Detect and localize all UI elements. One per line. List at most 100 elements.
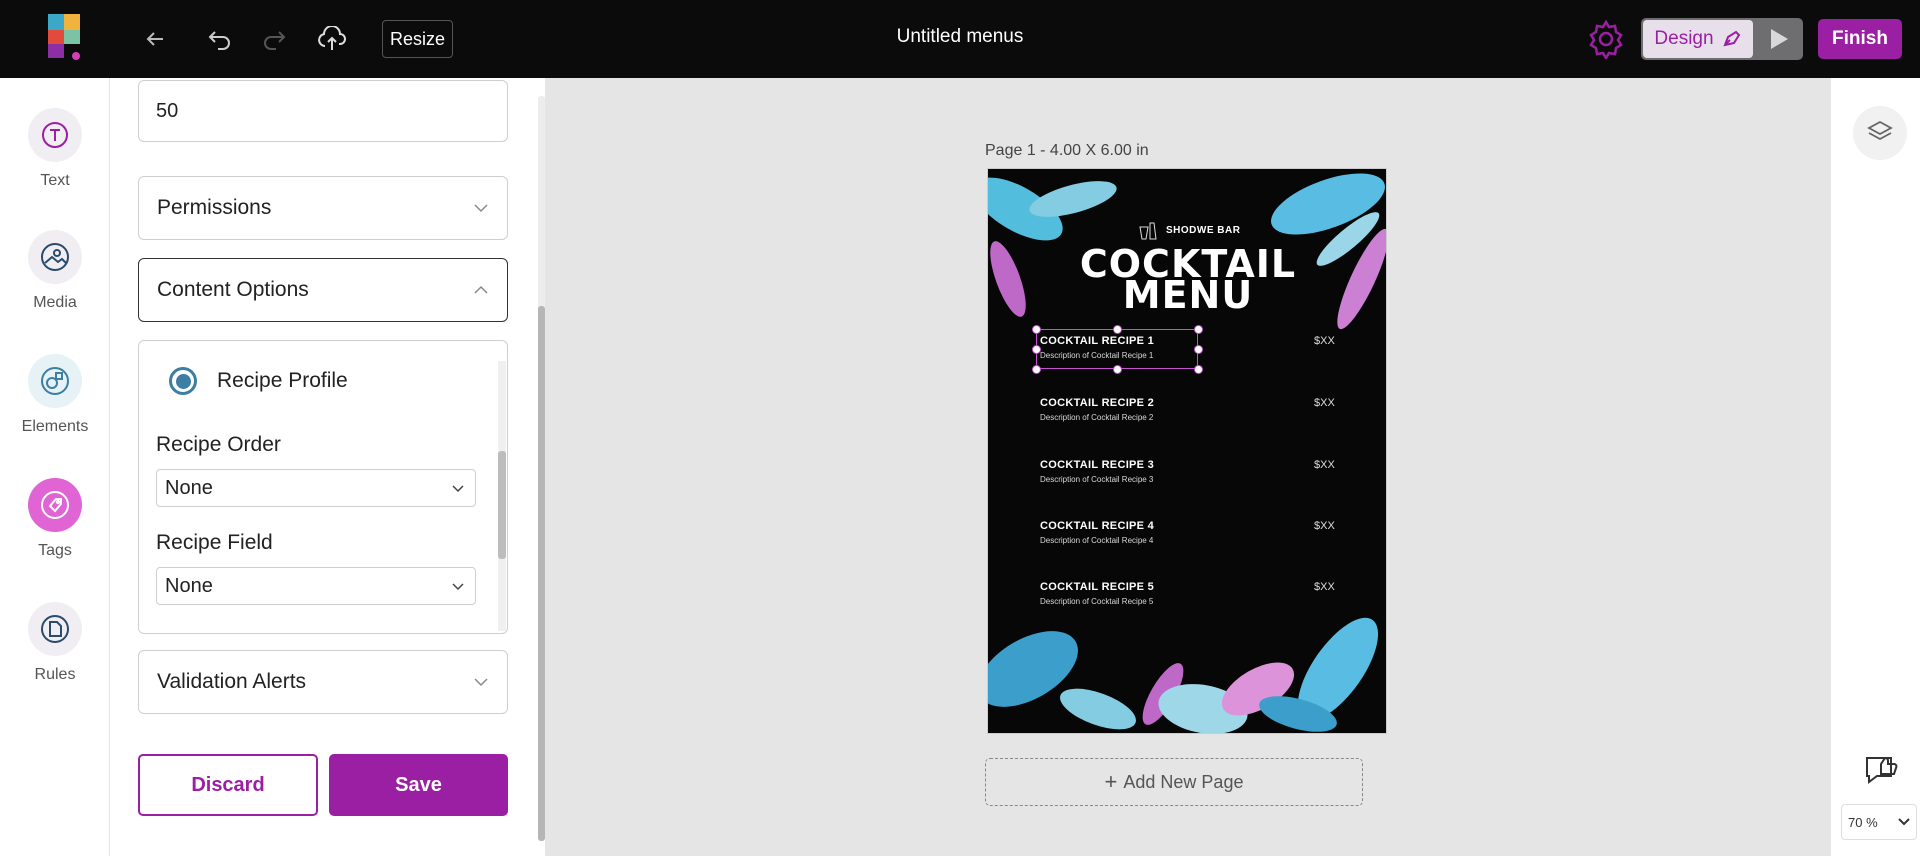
validation-alerts-accordion[interactable]: Validation Alerts	[138, 650, 508, 714]
panel-scrollbar[interactable]	[538, 96, 545, 841]
resize-handle[interactable]	[1194, 345, 1203, 354]
rail-item-elements[interactable]: Elements	[0, 354, 110, 436]
number-input[interactable]: 50	[138, 80, 508, 142]
recipe-name: COCKTAIL RECIPE 5	[1040, 581, 1155, 593]
resize-handle[interactable]	[1113, 365, 1122, 374]
feedback-thumbs-up-icon[interactable]	[1863, 750, 1903, 790]
recipe-price[interactable]: $XX	[1314, 397, 1335, 409]
recipe-order-select[interactable]: None	[156, 469, 476, 507]
recipe-description: Description of Cocktail Recipe 2	[1040, 413, 1154, 422]
app-logo-icon[interactable]	[44, 12, 88, 64]
chevron-down-icon	[452, 582, 464, 590]
content-options-accordion[interactable]: Content Options	[138, 258, 508, 322]
recipe-description: Description of Cocktail Recipe 3	[1040, 475, 1154, 484]
design-mode-button[interactable]: Design	[1643, 20, 1753, 58]
right-rail: 70 %	[1831, 78, 1920, 856]
plus-icon: +	[1104, 769, 1118, 794]
preview-play-button[interactable]	[1759, 23, 1799, 55]
save-button[interactable]: Save	[329, 754, 508, 816]
cloud-upload-icon[interactable]	[315, 22, 349, 56]
recipe-price[interactable]: $XX	[1314, 520, 1335, 532]
recipe-profile-option[interactable]: Recipe Profile	[169, 367, 348, 395]
resize-handle[interactable]	[1032, 325, 1041, 334]
recipe-item[interactable]: COCKTAIL RECIPE 2 Description of Cocktai…	[1040, 397, 1154, 422]
pen-icon	[1722, 30, 1740, 47]
rail-item-tags[interactable]: Tags	[0, 478, 110, 560]
resize-button[interactable]: Resize	[382, 20, 453, 58]
menu-title-line-2: MENU	[1122, 273, 1254, 317]
undo-icon[interactable]	[203, 22, 237, 56]
redo-icon[interactable]	[257, 22, 291, 56]
recipe-item[interactable]: COCKTAIL RECIPE 4 Description of Cocktai…	[1040, 520, 1154, 545]
resize-handle[interactable]	[1194, 365, 1203, 374]
text-icon	[28, 108, 82, 162]
recipe-price[interactable]: $XX	[1314, 581, 1335, 593]
chevron-down-icon	[452, 484, 464, 492]
recipe-order-value: None	[165, 476, 213, 499]
discard-button[interactable]: Discard	[138, 754, 318, 816]
layers-button[interactable]	[1853, 106, 1907, 160]
recipe-name: COCKTAIL RECIPE 3	[1040, 459, 1155, 471]
recipe-profile-label: Recipe Profile	[217, 369, 348, 392]
resize-handle[interactable]	[1032, 365, 1041, 374]
rail-label-tags: Tags	[38, 542, 72, 559]
top-bar: Resize Untitled menus Design Finish	[0, 0, 1920, 78]
rail-item-text[interactable]: Text	[0, 108, 110, 190]
zoom-select[interactable]: 70 %	[1841, 804, 1917, 840]
design-label: Design	[1654, 28, 1714, 49]
recipe-item[interactable]: COCKTAIL RECIPE 3 Description of Cocktai…	[1040, 459, 1154, 484]
recipe-name: COCKTAIL RECIPE 4	[1040, 520, 1155, 532]
back-arrow-icon[interactable]	[138, 22, 172, 56]
chevron-down-icon	[474, 204, 488, 213]
content-options-scroll-thumb[interactable]	[498, 451, 506, 559]
selection-box[interactable]	[1032, 325, 1203, 374]
recipe-description: Description of Cocktail Recipe 5	[1040, 597, 1154, 606]
resize-handle[interactable]	[1113, 325, 1122, 334]
rail-label-rules: Rules	[34, 666, 76, 683]
menu-page[interactable]: SHODWE BAR COCKTAIL MENU COCKTAIL RECIPE…	[987, 168, 1387, 734]
play-icon	[1771, 29, 1788, 49]
resize-handle[interactable]	[1194, 325, 1203, 334]
chevron-down-icon	[474, 678, 488, 687]
recipe-price[interactable]: $XX	[1314, 459, 1335, 471]
properties-panel: 50 Permissions Content Options Recipe Pr…	[110, 78, 545, 856]
mode-toggle: Design	[1641, 18, 1803, 60]
layers-icon	[1867, 120, 1893, 141]
media-icon	[28, 230, 82, 284]
rail-item-media[interactable]: Media	[0, 230, 110, 312]
recipe-item[interactable]: COCKTAIL RECIPE 5 Description of Cocktai…	[1040, 581, 1154, 606]
rail-label-elements: Elements	[21, 418, 89, 435]
page-label: Page 1 - 4.00 X 6.00 in	[985, 142, 1149, 159]
panel-scroll-thumb[interactable]	[538, 306, 545, 841]
chevron-up-icon	[474, 285, 488, 294]
recipe-profile-radio[interactable]	[169, 367, 197, 395]
recipe-name: COCKTAIL RECIPE 2	[1040, 397, 1155, 409]
gear-icon[interactable]	[1586, 19, 1626, 59]
resize-handle[interactable]	[1032, 345, 1041, 354]
recipe-price[interactable]: $XX	[1314, 335, 1335, 347]
rail-label-text: Text	[40, 172, 70, 189]
content-options-scrollbar[interactable]	[498, 361, 506, 631]
content-options-body: Recipe Profile Recipe Order None Recipe …	[138, 340, 508, 634]
left-tool-rail: Text Media Elements Tags Rules	[0, 78, 110, 856]
validation-alerts-label: Validation Alerts	[157, 670, 307, 693]
recipe-field-select[interactable]: None	[156, 567, 476, 605]
recipe-description: Description of Cocktail Recipe 4	[1040, 536, 1154, 545]
rail-label-media: Media	[33, 294, 77, 311]
permissions-accordion[interactable]: Permissions	[138, 176, 508, 240]
rail-item-rules[interactable]: Rules	[0, 602, 110, 684]
menu-title[interactable]: COCKTAIL MENU	[988, 245, 1386, 317]
bar-name[interactable]: SHODWE BAR	[1166, 225, 1240, 236]
cocktail-logo-icon	[1139, 222, 1157, 240]
recipe-order-label: Recipe Order	[156, 433, 281, 456]
elements-icon	[28, 354, 82, 408]
finish-button[interactable]: Finish	[1818, 19, 1902, 59]
recipe-field-value: None	[165, 574, 213, 597]
add-new-page-button[interactable]: + Add New Page	[985, 758, 1363, 806]
chevron-down-icon	[1898, 818, 1910, 826]
design-canvas: Page 1 - 4.00 X 6.00 in SHODWE BAR COCKT…	[545, 78, 1831, 856]
recipe-field-label: Recipe Field	[156, 531, 273, 554]
add-new-page-label: Add New Page	[1123, 771, 1244, 792]
content-options-label: Content Options	[157, 278, 309, 301]
permissions-label: Permissions	[157, 196, 272, 219]
